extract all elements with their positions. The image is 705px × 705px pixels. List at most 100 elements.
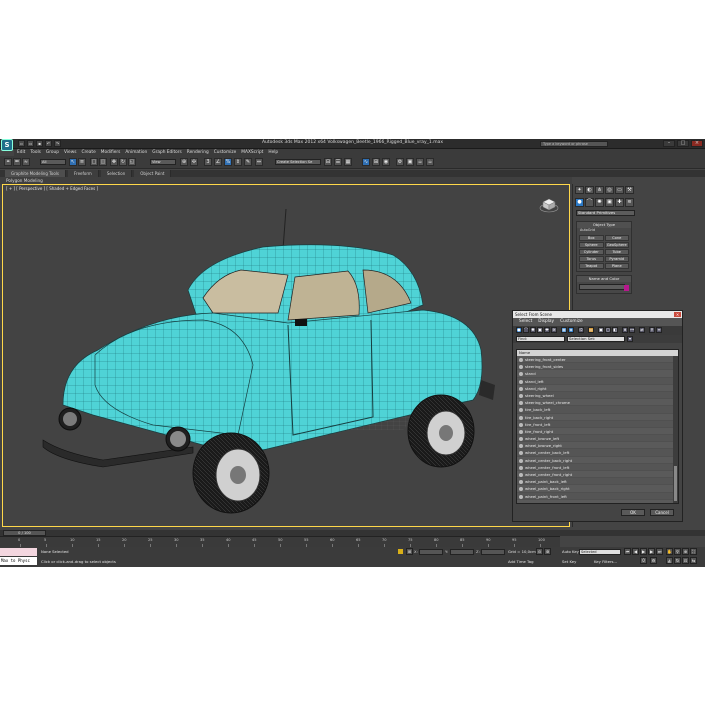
teapot-button[interactable]: Teapot [579,263,604,269]
absolute-mode-icon[interactable]: ⊞ [406,548,413,555]
menu-animation[interactable]: Animation [125,149,147,156]
maximize-icon[interactable]: □ [677,140,689,147]
list-item[interactable]: steering_front_sides [517,363,678,371]
list-item[interactable]: wheel_center_back_left [517,449,678,457]
selection-lock-icon[interactable] [398,549,403,554]
render-setup-icon[interactable]: ⚙ [396,158,404,166]
find-input[interactable]: Find: [516,336,565,342]
create-tab-icon[interactable]: ✦ [575,186,584,194]
display-cameras-icon[interactable]: ▣ [537,327,543,333]
list-item[interactable]: wheel_center_front_left [517,463,678,471]
spacewarps-icon[interactable]: ≋ [625,198,634,207]
box-button[interactable]: Box [579,235,604,241]
dialog-menu-select[interactable]: Select [519,318,532,326]
list-item[interactable]: wheel_center_back_right [517,457,678,464]
list-item[interactable]: wheel_bronze_left [517,435,678,443]
lights-icon[interactable]: ✺ [595,198,604,207]
list-item[interactable]: tire_back_right [517,414,678,421]
geometry-icon[interactable]: ● [575,198,584,207]
key-filter-dropdown[interactable]: Selected [579,549,621,555]
menu-views[interactable]: Views [64,149,76,156]
cancel-button[interactable]: Cancel [650,509,674,516]
column-options-icon[interactable]: ≡ [656,327,662,333]
material-editor-icon[interactable]: ◉ [382,158,390,166]
cylinder-button[interactable]: Cylinder [579,249,604,255]
tab-selection[interactable]: Selection [100,170,133,177]
menu-help[interactable]: Help [268,149,278,156]
move-icon[interactable]: ✥ [110,158,118,166]
cameras-icon[interactable]: ▣ [605,198,614,207]
zoom-extents-icon[interactable]: ⊡ [682,557,689,564]
angle-snap-icon[interactable]: ∠ [214,158,222,166]
list-item[interactable]: wheel_paint_back_left [517,478,678,486]
trackbar[interactable]: 0 5 10 15 20 25 30 35 40 45 50 55 60 65 70 75 80 85 90 95 10… [0,536,560,547]
geosphere-button[interactable]: GeoSphere [604,242,629,248]
y-coordinate-field[interactable] [450,549,474,555]
current-frame-field[interactable]: 0 [640,557,647,564]
ok-button[interactable]: OK [621,509,645,516]
display-geometry-icon[interactable]: ● [516,327,522,333]
shapes-icon[interactable]: ⌒ [585,198,594,207]
percent-snap-icon[interactable]: % [224,158,232,166]
list-item[interactable]: steering_wheel_chrome [517,399,678,407]
window-crossing-icon[interactable]: ◫ [99,158,107,166]
tab-freeform[interactable]: Freeform [68,170,99,177]
select-object-icon[interactable]: ↖ [69,158,77,166]
car-model[interactable] [3,185,570,527]
schematic-view-icon[interactable]: ⊞ [372,158,380,166]
motion-tab-icon[interactable]: ◎ [605,186,614,194]
unlink-icon[interactable]: ⚮ [13,158,21,166]
sphere-button[interactable]: Sphere [579,242,604,248]
tab-object-paint[interactable]: Object Paint [134,170,172,177]
menu-edit[interactable]: Edit [17,149,25,156]
walk-through-icon[interactable]: ⇆ [690,557,697,564]
layer-manager-icon[interactable]: ☰ [334,158,342,166]
key-filters-button[interactable]: Key Filters... [594,559,617,564]
zoom-icon[interactable]: ⚲ [674,548,681,555]
field-of-view-icon[interactable]: ◭ [666,557,673,564]
selection-filter-dropdown[interactable]: All [40,159,66,165]
bind-space-warp-icon[interactable]: ≈ [22,158,30,166]
tube-button[interactable]: Tube [604,249,629,255]
close-icon[interactable]: × [691,140,703,147]
cone-button[interactable]: Cone [604,235,629,241]
pivot-center-icon[interactable]: ⊕ [180,158,188,166]
play-icon[interactable]: ▶ [640,548,647,555]
dialog-close-icon[interactable]: × [674,312,681,317]
z-coordinate-field[interactable] [481,549,505,555]
list-scrollbar[interactable] [673,356,678,503]
list-item[interactable]: steering_front_center [517,356,678,364]
reference-coord-dropdown[interactable]: View [150,159,176,165]
snaps-toggle-icon[interactable]: 3 [204,158,212,166]
dialog-menu-customize[interactable]: Customize [560,318,583,326]
display-bones-icon[interactable]: ⌬ [578,327,584,333]
go-to-end-icon[interactable]: ⏭ [656,548,663,555]
polygon-modeling-label[interactable]: Polygon Modeling [0,178,43,183]
select-none-icon[interactable]: ▢ [605,327,611,333]
named-selection-set-dropdown[interactable]: Create Selection Se [275,159,321,165]
menu-modifiers[interactable]: Modifiers [101,149,121,156]
select-manipulate-icon[interactable]: ✣ [190,158,198,166]
viewcube-icon[interactable] [539,197,559,213]
torus-button[interactable]: Torus [579,256,604,262]
key-mode-icon[interactable]: ⊙ [536,548,543,555]
orbit-icon[interactable]: ↻ [674,557,681,564]
menu-graph-editors[interactable]: Graph Editors [152,149,182,156]
curve-editor-icon[interactable]: ∿ [362,158,370,166]
selection-set-arrow-icon[interactable]: ▾ [627,336,633,342]
add-time-tag[interactable]: Add Time Tag [508,559,533,564]
maxscript-listener-input[interactable]: Max to Physc [0,557,37,565]
list-item[interactable]: wheel_bronze_right [517,442,678,450]
hierarchy-tab-icon[interactable]: ⋔ [595,186,604,194]
rendered-frame-icon[interactable]: ▣ [406,158,414,166]
go-to-start-icon[interactable]: ⏮ [624,548,631,555]
maximize-viewport-icon[interactable]: ⛶ [690,548,697,555]
display-containers-icon[interactable]: ▤ [588,327,594,333]
display-children-icon[interactable]: ⋔ [622,327,628,333]
category-dropdown[interactable]: Standard Primitives [576,210,635,216]
menu-rendering[interactable]: Rendering [187,149,209,156]
rotate-icon[interactable]: ↻ [119,158,127,166]
menu-maxscript[interactable]: MAXScript [241,149,263,156]
select-all-icon[interactable]: ▣ [598,327,604,333]
list-item[interactable]: tire_back_left [517,406,678,414]
